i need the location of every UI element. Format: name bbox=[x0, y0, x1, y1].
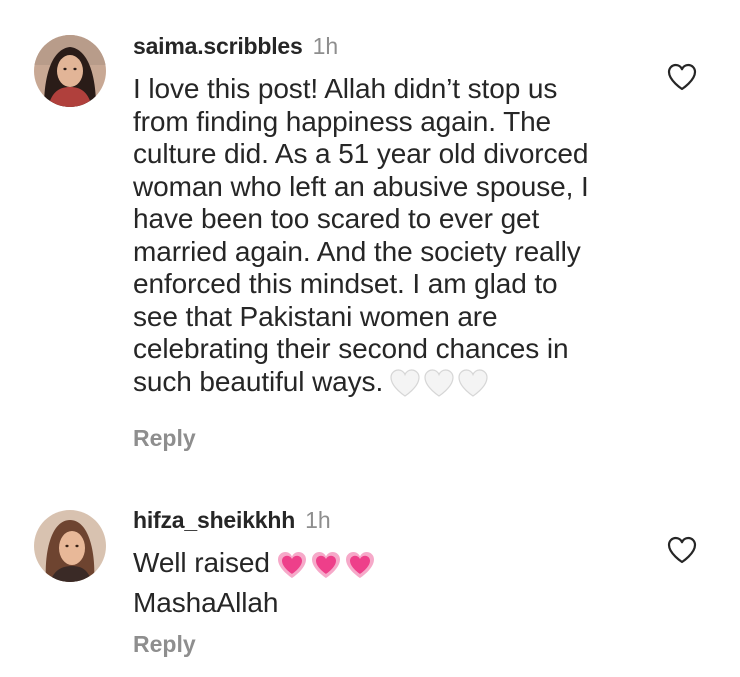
avatar[interactable] bbox=[34, 510, 106, 582]
comment-line: see that Pakistani women are bbox=[133, 300, 498, 332]
comment-line: woman who left an abusive spouse, I bbox=[133, 170, 589, 202]
white-heart-icon bbox=[457, 368, 489, 406]
white-heart-icon bbox=[423, 368, 455, 406]
comment-2: hifza_sheikkhh 1h Well raised MashaAllah … bbox=[0, 490, 740, 677]
comment-line: married again. And the society really bbox=[133, 235, 581, 267]
comment-line: Well raised bbox=[133, 547, 653, 587]
comment-line: from finding happiness again. The bbox=[133, 105, 552, 137]
avatar[interactable] bbox=[34, 35, 106, 107]
comment-line: enforced this mindset. I am glad to bbox=[133, 268, 558, 299]
comment-line: I love this post! Allah didn’t stop us bbox=[133, 73, 558, 104]
comment-header: hifza_sheikkhh 1h bbox=[133, 506, 331, 534]
comment-header: saima.scribbles 1h bbox=[133, 32, 338, 60]
growing-heart-icon bbox=[310, 550, 342, 588]
like-heart-icon[interactable] bbox=[666, 535, 698, 565]
comment-1: saima.scribbles 1h I love this post! Alla… bbox=[0, 0, 740, 470]
comment-line: such beautiful ways. bbox=[133, 366, 653, 406]
username[interactable]: hifza_sheikkhh bbox=[133, 507, 295, 533]
comment-line: culture did. As a 51 year old divorced bbox=[133, 138, 589, 169]
comment-line-text: Well raised bbox=[133, 547, 270, 578]
avatar-image bbox=[34, 35, 106, 107]
timestamp: 1h bbox=[312, 33, 339, 59]
growing-heart-icon bbox=[344, 550, 376, 588]
growing-heart-icon bbox=[276, 550, 308, 588]
like-heart-icon[interactable] bbox=[666, 62, 698, 92]
comment-line: MashaAllah bbox=[133, 587, 279, 619]
reply-button[interactable]: Reply bbox=[133, 630, 196, 658]
emoji-group bbox=[389, 368, 491, 406]
username[interactable]: saima.scribbles bbox=[133, 33, 303, 59]
emoji-group bbox=[276, 550, 378, 588]
comment-text: I love this post! Allah didn’t stop us f… bbox=[133, 73, 653, 406]
reply-button[interactable]: Reply bbox=[133, 424, 196, 452]
avatar-image bbox=[34, 510, 106, 582]
white-heart-icon bbox=[389, 368, 421, 406]
comment-line: have been too scared to ever get bbox=[133, 203, 540, 234]
comment-line: celebrating their second chances in bbox=[133, 333, 569, 364]
timestamp: 1h bbox=[305, 507, 331, 533]
comment-line-text: such beautiful ways. bbox=[133, 365, 384, 397]
comment-text: Well raised MashaAllah bbox=[133, 547, 653, 620]
